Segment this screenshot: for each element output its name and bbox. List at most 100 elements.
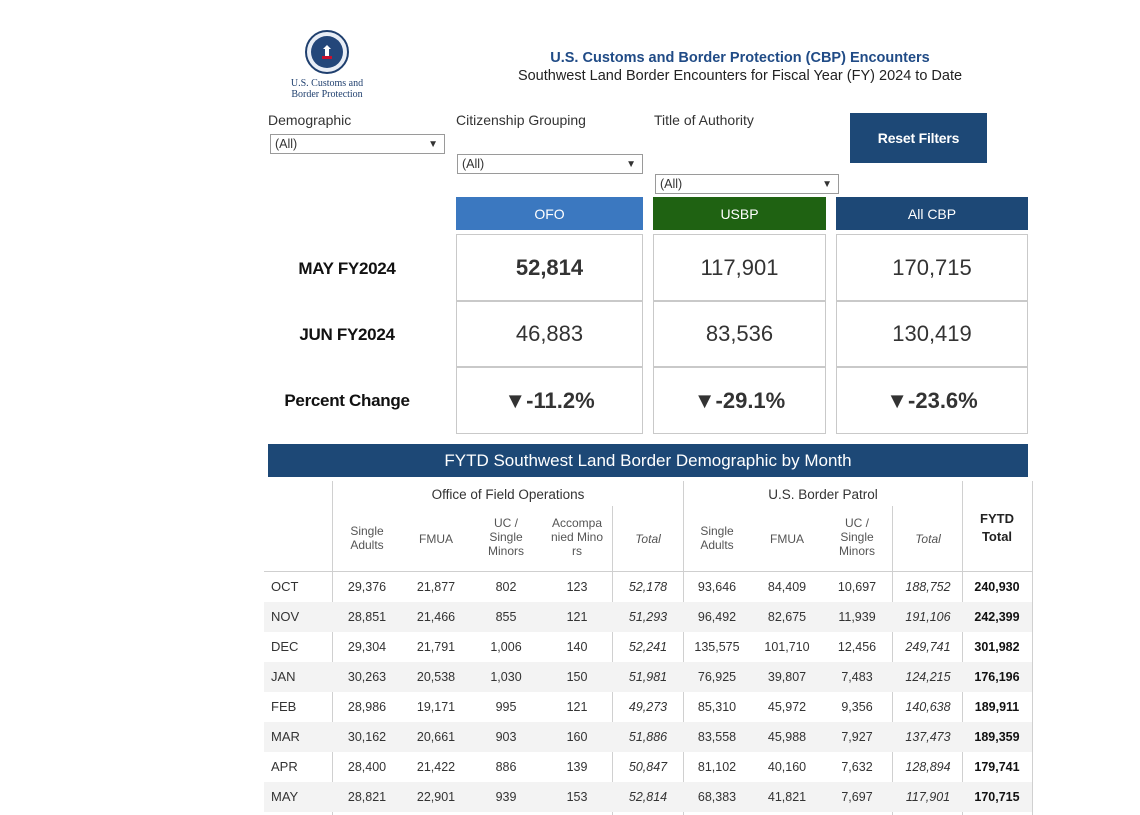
table-cell: 170,715 [974, 790, 1020, 804]
table-cell: 1,030 [490, 670, 522, 684]
reset-filters-button[interactable]: Reset Filters [850, 113, 987, 163]
table-cell: 50,847 [628, 760, 668, 774]
usbp-fmua-header: FMUA [770, 532, 804, 546]
ofo-fmua-header: FMUA [419, 532, 453, 546]
table-cell: 82,675 [767, 610, 807, 624]
dhs-seal-icon [305, 30, 349, 74]
citizenship-filter-label: Citizenship Grouping [456, 112, 586, 128]
ofo-accompanied-minors-header: Accompa nied Mino rs [550, 516, 604, 558]
demographic-select-value: (All) [275, 137, 298, 151]
summary-cell-usbp-jun: 83,536 [653, 301, 826, 367]
summary-cell-usbp-pct: ▼-29.1% [653, 367, 826, 434]
authority-filter-label: Title of Authority [654, 112, 754, 128]
table-cell: 93,646 [697, 580, 737, 594]
month-cell: FEB [271, 699, 297, 714]
dropdown-arrow-icon: ▼ [626, 159, 636, 170]
table-cell: 20,661 [416, 730, 456, 744]
summary-cell-ofo-pct: ▼-11.2% [456, 367, 643, 434]
table-cell: 45,988 [767, 730, 807, 744]
authority-select-value: (All) [660, 177, 683, 191]
table-cell: 9,356 [841, 700, 873, 714]
table-cell: 51,981 [628, 670, 668, 684]
month-cell: DEC [271, 639, 299, 654]
summary-cell-allcbp-jun: 130,419 [836, 301, 1028, 367]
summary-cell-ofo-may: 52,814 [456, 234, 643, 301]
table-cell: 123 [566, 580, 588, 594]
page-header: U.S. Customs and Border Protection (CBP)… [460, 49, 1020, 85]
table-cell: 176,196 [974, 670, 1020, 684]
usbp-total-header: Total [915, 532, 941, 546]
month-cell: JAN [271, 669, 296, 684]
table-cell: 137,473 [905, 730, 951, 744]
table-cell: 903 [495, 730, 517, 744]
table-cell: 29,376 [347, 580, 387, 594]
ofo-uc-header: UC / Single Minors [487, 516, 524, 558]
month-cell: NOV [271, 609, 300, 624]
demographic-filter-label: Demographic [268, 112, 352, 128]
usbp-uc-header: UC / Single Minors [838, 516, 875, 558]
table-cell: 189,359 [974, 730, 1020, 744]
all-cbp-column-header: All CBP [836, 197, 1028, 230]
table-cell: 40,160 [767, 760, 807, 774]
table-cell: 139 [566, 760, 588, 774]
table-cell: 76,925 [697, 670, 737, 684]
table-row: MAR 30,162 20,661 903 160 51,886 83,558 45,988 7… [264, 722, 1032, 752]
table-cell: 51,886 [628, 730, 668, 744]
table-cell: 1,006 [490, 640, 522, 654]
table-cell: 135,575 [694, 640, 740, 654]
all-cbp-column-label: All CBP [907, 205, 957, 222]
table-cell: 51,293 [628, 610, 668, 624]
table-cell: 19,171 [416, 700, 456, 714]
table-cell: 117,901 [905, 790, 951, 804]
ofo-column-label: OFO [534, 205, 565, 222]
table-cell: 886 [495, 760, 517, 774]
table-row: DEC 29,304 21,791 1,006 140 52,241 135,575 101,… [264, 632, 1032, 662]
table-cell: 68,383 [697, 790, 737, 804]
table-cell: 121 [566, 610, 588, 624]
table-cell: 30,263 [347, 670, 387, 684]
table-cell: 52,241 [628, 640, 668, 654]
usbp-column-label: USBP [720, 205, 759, 222]
table-cell: 81,102 [697, 760, 737, 774]
page-title: U.S. Customs and Border Protection (CBP)… [550, 50, 930, 66]
table-row: MAY 28,821 22,901 939 153 52,814 68,383 41,821 7… [264, 782, 1032, 812]
table-row: OCT 29,376 21,877 802 123 52,178 93,646 84,409 1… [264, 572, 1032, 602]
table-cell: 29,304 [347, 640, 387, 654]
summary-cell-usbp-may: 117,901 [653, 234, 826, 301]
table-cell: 21,422 [416, 760, 456, 774]
citizenship-select[interactable]: (All) ▼ [457, 154, 643, 174]
table-cell: 7,697 [841, 790, 873, 804]
table-cell: 12,456 [837, 640, 877, 654]
table-cell: 855 [495, 610, 517, 624]
summary-cell-allcbp-pct: ▼-23.6% [836, 367, 1028, 434]
usbp-group-header: U.S. Border Patrol [768, 487, 878, 502]
demographic-select[interactable]: (All) ▼ [270, 134, 445, 154]
table-cell: 301,982 [974, 640, 1020, 654]
table-cell: 150 [566, 670, 588, 684]
authority-select[interactable]: (All) ▼ [655, 174, 839, 194]
table-cell: 160 [566, 730, 588, 744]
table-cell: 11,939 [838, 610, 876, 624]
month-cell: MAY [271, 789, 299, 804]
ofo-group-header: Office of Field Operations [431, 487, 585, 502]
table-cell: 52,814 [628, 790, 668, 804]
ofo-column-header: OFO [456, 197, 643, 230]
table-cell: 249,741 [905, 640, 951, 654]
table-cell: 28,851 [347, 610, 387, 624]
table-cell: 242,399 [974, 610, 1020, 624]
table-cell: 10,697 [837, 580, 877, 594]
summary-cell-allcbp-may: 170,715 [836, 234, 1028, 301]
table-cell: 124,215 [905, 670, 951, 684]
table-cell: 84,409 [767, 580, 807, 594]
table-cell: 21,466 [416, 610, 456, 624]
ofo-total-header: Total [635, 532, 661, 546]
table-cell: 101,710 [764, 640, 810, 654]
table-cell: 28,821 [347, 790, 387, 804]
table-cell: 52,178 [628, 580, 668, 594]
dropdown-arrow-icon: ▼ [428, 139, 438, 150]
table-cell: 191,106 [905, 610, 951, 624]
usbp-single-adults-header: Single Adults [700, 524, 734, 552]
table-cell: 995 [495, 700, 517, 714]
table-cell: 41,821 [767, 790, 807, 804]
table-cell: 20,538 [416, 670, 456, 684]
